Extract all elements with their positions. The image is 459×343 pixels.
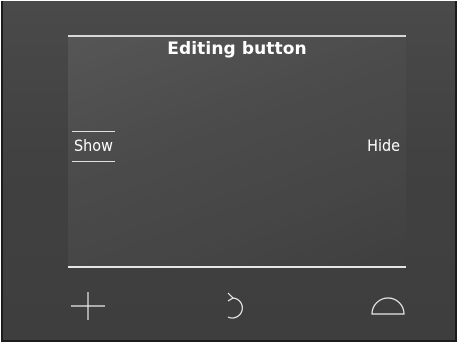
device-panel: Editing button Show Hide [1, 1, 457, 342]
back-arrow-icon [227, 292, 243, 319]
plus-icon [71, 292, 105, 320]
top-divider [68, 35, 406, 37]
bottom-divider [68, 266, 406, 268]
plus-button[interactable] [71, 292, 105, 320]
screen-title: Editing button [167, 39, 307, 59]
dome-button[interactable] [370, 293, 406, 317]
display-screen: Editing button Show Hide [68, 35, 406, 268]
option-show[interactable]: Show [72, 131, 115, 162]
dome-icon [371, 297, 405, 315]
option-hide[interactable]: Hide [367, 136, 400, 155]
back-button[interactable] [221, 289, 251, 321]
